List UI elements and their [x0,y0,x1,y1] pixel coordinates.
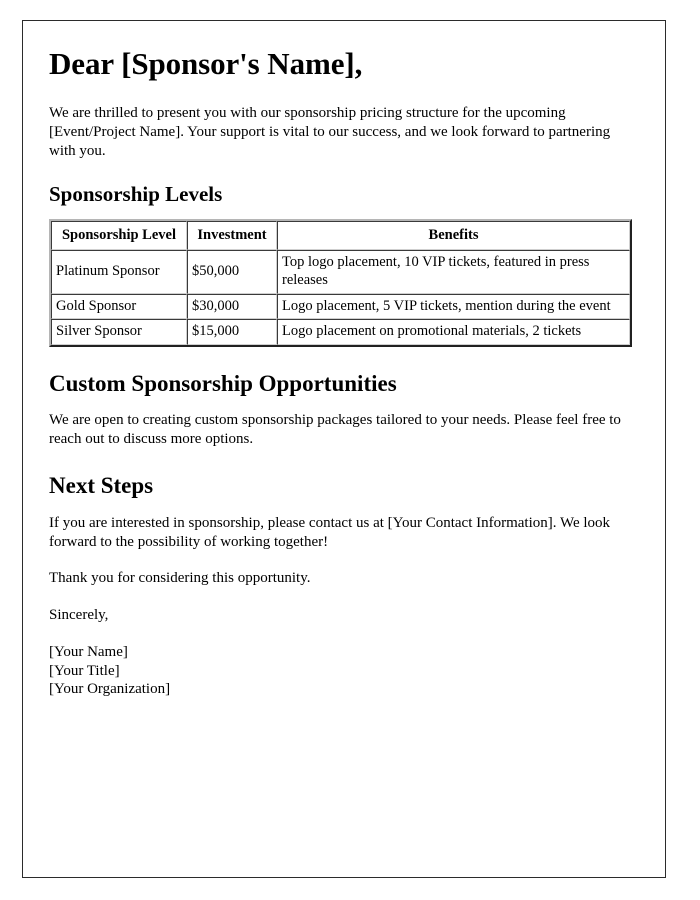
cell-level: Platinum Sponsor [51,250,187,294]
table-row: Gold Sponsor $30,000 Logo placement, 5 V… [51,293,630,320]
custom-opportunities-paragraph: We are open to creating custom sponsorsh… [49,412,621,448]
cell-benefits: Logo placement on promotional materials,… [277,319,630,345]
column-header-benefits: Benefits [277,220,630,251]
document-page: Dear [Sponsor's Name], We are thrilled t… [22,20,666,878]
table-body: Platinum Sponsor $50,000 Top logo placem… [51,250,630,345]
cell-level: Silver Sponsor [51,319,187,345]
page-title: Dear [Sponsor's Name], [49,46,363,81]
column-header-level: Sponsorship Level [51,220,187,251]
table-row: Silver Sponsor $15,000 Logo placement on… [51,319,630,345]
thank-you-paragraph: Thank you for considering this opportuni… [49,570,311,587]
table-header-row: Sponsorship Level Investment Benefits [51,220,630,251]
table-header: Sponsorship Level Investment Benefits [51,220,630,251]
cell-benefits: Top logo placement, 10 VIP tickets, feat… [277,250,630,294]
signature-line-organization: [Your Organization] [49,681,171,698]
heading-sponsorship-levels: Sponsorship Levels [49,182,223,207]
cell-benefits: Logo placement, 5 VIP tickets, mention d… [277,293,630,320]
signature-line-name: [Your Name] [49,644,128,661]
table-row: Platinum Sponsor $50,000 Top logo placem… [51,250,630,294]
sponsorship-pricing-table: Sponsorship Level Investment Benefits Pl… [49,218,632,347]
cell-investment: $30,000 [187,293,277,320]
signature-block: [Your Name] [Your Title] [Your Organizat… [49,643,639,699]
cell-level: Gold Sponsor [51,293,187,320]
heading-next-steps: Next Steps [49,473,154,499]
cell-investment: $50,000 [187,250,277,294]
sign-off: Sincerely, [49,607,109,624]
heading-custom-opportunities: Custom Sponsorship Opportunities [49,370,397,396]
intro-paragraph: We are thrilled to present you with our … [49,104,611,159]
column-header-investment: Investment [187,220,277,251]
cell-investment: $15,000 [187,319,277,345]
signature-line-title: [Your Title] [49,662,120,679]
document-body: Dear [Sponsor's Name], We are thrilled t… [23,21,665,699]
next-steps-paragraph: If you are interested in sponsorship, pl… [49,514,611,550]
